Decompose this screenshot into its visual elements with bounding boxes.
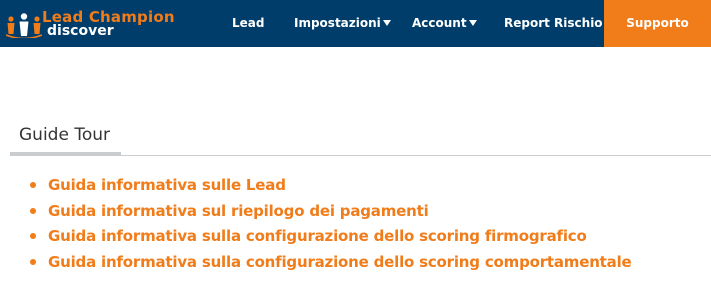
list-item: Guida informativa sulle Lead — [30, 174, 632, 200]
nav-impostazioni-label: Impostazioni — [294, 16, 381, 30]
nav-report-rischio[interactable]: Report Rischio — [504, 0, 603, 47]
bullet-icon — [30, 258, 36, 265]
bullet-icon — [30, 207, 36, 214]
caret-down-icon — [382, 19, 391, 26]
list-item: Guida informativa sul riepilogo dei paga… — [30, 200, 632, 226]
guide-link-scoring-comportamentale[interactable]: Guida informativa sulla configurazione d… — [48, 253, 632, 271]
logo[interactable]: Lead Champion discover — [6, 6, 176, 42]
top-navbar: Lead Champion discover Lead Impostazioni… — [0, 0, 711, 47]
list-item: Guida informativa sulla configurazione d… — [30, 225, 632, 251]
nav-impostazioni[interactable]: Impostazioni — [294, 0, 391, 47]
guide-link-scoring-firmografico[interactable]: Guida informativa sulla configurazione d… — [48, 227, 587, 245]
caret-down-icon — [468, 19, 477, 26]
section-title: Guide Tour — [19, 125, 110, 145]
nav-account[interactable]: Account — [412, 0, 477, 47]
bullet-icon — [30, 182, 36, 188]
guide-link-pagamenti[interactable]: Guida informativa sul riepilogo dei paga… — [48, 202, 429, 220]
section-divider — [10, 155, 711, 156]
nav-lead[interactable]: Lead — [232, 0, 264, 47]
nav-report-rischio-label: Report Rischio — [504, 16, 603, 30]
logo-subtitle: discover — [47, 23, 114, 39]
bullet-icon — [30, 233, 36, 239]
list-item: Guida informativa sulla configurazione d… — [30, 251, 632, 277]
nav-supporto[interactable]: Supporto — [604, 0, 711, 47]
nav-account-label: Account — [412, 16, 467, 30]
nav-supporto-label: Supporto — [626, 16, 689, 30]
nav-lead-label: Lead — [232, 16, 265, 30]
guide-list: Guida informativa sulle Lead Guida infor… — [30, 174, 632, 276]
people-crown-icon — [6, 13, 42, 38]
guide-link-lead[interactable]: Guida informativa sulle Lead — [48, 176, 286, 194]
